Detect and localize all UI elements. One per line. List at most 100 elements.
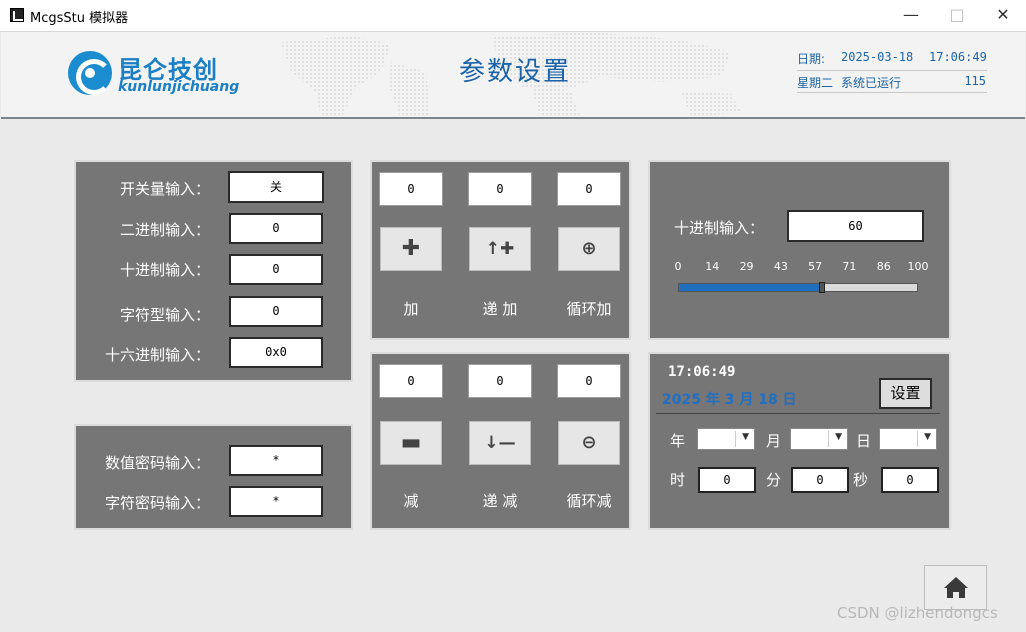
weekday: 星期二	[797, 76, 834, 90]
slider-tick-label: 100	[907, 260, 929, 273]
day-select[interactable]: ▼	[879, 428, 937, 450]
slider-decimal-label: 十进制输入：	[674, 219, 765, 237]
chevron-down-icon: ▼	[924, 432, 931, 442]
minimize-button[interactable]: —	[888, 0, 934, 32]
decrement-value[interactable]: 0	[468, 364, 532, 398]
chevron-down-icon: ▼	[742, 432, 749, 442]
datetime-panel: 17:06:49 2025 年 3 月 18 日 设置 年 ▼ 月 ▼ 日 ▼ …	[648, 352, 951, 530]
slider-tick-label: 86	[876, 260, 891, 273]
switch-input-field[interactable]: 关	[228, 171, 324, 203]
year-select[interactable]: ▼	[697, 428, 755, 450]
cycle-add-button[interactable]: ⊕	[558, 227, 620, 271]
app-icon	[10, 8, 24, 22]
logo-mark	[68, 51, 112, 95]
add-panel: 0 0 0 ✚ ↑✚ ⊕ 加 递 加 循环加	[370, 160, 631, 340]
increment-icon: ↑✚	[485, 239, 515, 259]
slider-tick-label: 0	[674, 260, 682, 273]
panel-time: 17:06:49	[668, 364, 736, 380]
maximize-button[interactable]: □	[934, 0, 980, 32]
select-separator	[828, 431, 829, 447]
slider-tick-label: 71	[842, 260, 857, 273]
cycle-subtract-label: 循环减	[566, 492, 612, 510]
cycle-add-value[interactable]: 0	[557, 172, 621, 206]
close-button[interactable]: ✕	[980, 0, 1026, 32]
minute-label: 分	[766, 471, 782, 489]
decrement-label: 递 减	[482, 492, 518, 510]
subtract-panel: 0 0 0 ▬ ↓— ⊖ 减 递 减 循环减	[370, 352, 631, 530]
cycle-subtract-button[interactable]: ⊖	[558, 421, 620, 465]
subtract-label: 减	[403, 492, 419, 510]
hour-label: 时	[670, 471, 686, 489]
page-header: 昆仑技创 kunlunjichuang 参数设置 日期: 2025-03-18 …	[1, 32, 1025, 119]
slider-tick-label: 43	[773, 260, 788, 273]
window-title: McgsStu 模拟器	[30, 11, 129, 26]
decrement-icon: ↓—	[484, 433, 516, 453]
second-label: 秒	[853, 471, 869, 489]
add-value[interactable]: 0	[379, 172, 443, 206]
panel-date: 2025 年 3 月 18 日	[662, 392, 797, 408]
cycle-sub-icon: ⊖	[581, 432, 597, 453]
binary-input-label: 二进制输入：	[119, 221, 210, 239]
minus-icon: ▬	[400, 430, 422, 455]
password-panel: 数值密码输入： * 字符密码输入： *	[74, 424, 353, 530]
cycle-subtract-value[interactable]: 0	[557, 364, 621, 398]
divider	[656, 413, 940, 414]
slider-ticks: 0 14 29 43 57 71 86 100	[674, 260, 929, 274]
add-label: 加	[403, 300, 419, 318]
increment-button[interactable]: ↑✚	[469, 227, 531, 271]
string-password-label: 字符密码输入：	[104, 494, 210, 512]
subtract-button[interactable]: ▬	[380, 421, 442, 465]
company-logo: 昆仑技创 kunlunjichuang	[68, 48, 240, 100]
month-label: 月	[766, 432, 782, 450]
switch-input-label: 开关量输入：	[119, 180, 210, 198]
divider	[797, 70, 987, 71]
second-field[interactable]: 0	[881, 467, 939, 493]
slider-decimal-field[interactable]: 60	[787, 210, 924, 242]
hour-field[interactable]: 0	[698, 467, 756, 493]
binary-input-field[interactable]: 0	[229, 213, 323, 244]
slider-panel: 十进制输入： 60 0 14 29 43 57 71 86 100	[648, 160, 951, 340]
minute-field[interactable]: 0	[791, 467, 849, 493]
decimal-input-label: 十进制输入：	[119, 261, 210, 279]
string-input-field[interactable]: 0	[229, 296, 323, 327]
current-date: 2025-03-18	[841, 50, 914, 64]
set-datetime-button[interactable]: 设置	[879, 378, 932, 409]
slider-tick-label: 57	[808, 260, 823, 273]
string-password-field[interactable]: *	[229, 486, 323, 517]
increment-value[interactable]: 0	[468, 172, 532, 206]
numeric-password-label: 数值密码输入：	[104, 454, 210, 472]
decrement-button[interactable]: ↓—	[469, 421, 531, 465]
chevron-down-icon: ▼	[835, 432, 842, 442]
window-titlebar: McgsStu 模拟器 — □ ✕	[0, 0, 1026, 32]
cycle-add-label: 循环加	[566, 300, 612, 318]
running-value: 115	[964, 74, 986, 88]
logo-english-name: kunlunjichuang	[118, 79, 240, 95]
slider-fill	[679, 284, 822, 291]
select-separator	[735, 431, 736, 447]
hex-input-label: 十六进制输入：	[104, 346, 210, 364]
watermark: CSDN @lizhendongcs	[837, 604, 998, 622]
subtract-value[interactable]: 0	[379, 364, 443, 398]
slider-tick-label: 29	[739, 260, 754, 273]
year-label: 年	[670, 432, 686, 450]
month-select[interactable]: ▼	[790, 428, 848, 450]
add-button[interactable]: ✚	[380, 227, 442, 271]
hex-input-field[interactable]: 0x0	[229, 337, 323, 368]
decimal-input-field[interactable]: 0	[229, 254, 323, 285]
running-label: 系统已运行	[841, 76, 902, 90]
string-input-label: 字符型输入：	[119, 306, 210, 324]
slider-thumb[interactable]	[818, 282, 825, 293]
input-panel: 开关量输入： 关 二进制输入： 0 十进制输入： 0 字符型输入： 0 十六进制…	[74, 160, 353, 382]
page-title: 参数设置	[459, 57, 572, 87]
divider	[797, 92, 987, 93]
date-label: 日期:	[797, 52, 826, 66]
numeric-password-field[interactable]: *	[229, 445, 323, 476]
plus-icon: ✚	[401, 236, 421, 261]
current-time: 17:06:49	[929, 50, 987, 64]
day-label: 日	[856, 432, 872, 450]
increment-label: 递 加	[482, 300, 518, 318]
select-separator	[917, 431, 918, 447]
cycle-add-icon: ⊕	[581, 238, 597, 259]
slider-tick-label: 14	[705, 260, 720, 273]
slider-track[interactable]	[678, 282, 918, 293]
